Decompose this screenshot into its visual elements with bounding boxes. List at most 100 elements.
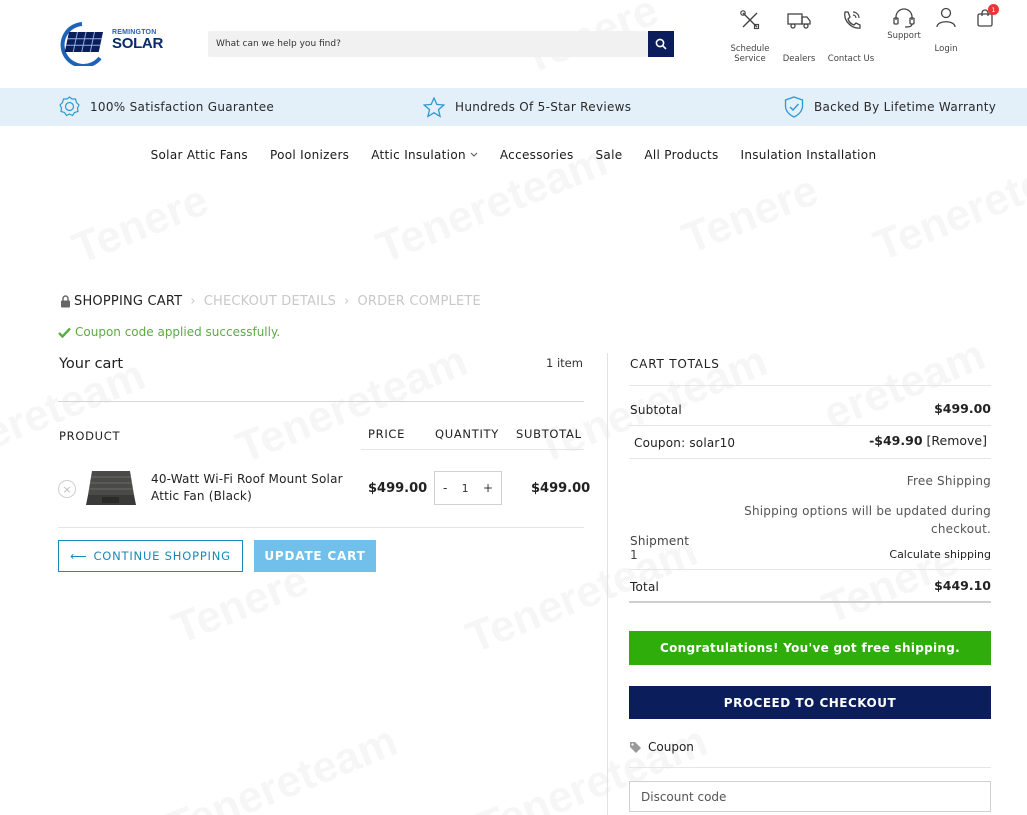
nav-pool-ionizers[interactable]: Pool Ionizers [270,146,349,164]
notice-text: Coupon code applied successfully. [75,325,281,339]
cart-title: Your cart [59,356,124,372]
tag-icon [630,741,641,753]
main-nav: Solar Attic Fans Pool Ionizers Attic Ins… [0,146,1027,164]
header-price: PRICE [368,427,406,441]
search-input[interactable] [208,31,648,57]
update-cart-button[interactable]: UPDATE CART [254,540,376,572]
shipment-label: Shipment [630,534,690,548]
checkmark-icon [58,327,71,338]
remove-coupon-link[interactable]: [Remove] [927,433,987,448]
continue-label: CONTINUE SHOPPING [93,549,231,563]
discount-code-input[interactable] [629,781,991,812]
divider [58,527,584,528]
search-icon [655,38,667,50]
nav-attic-insulation[interactable]: Attic Insulation [371,146,478,164]
coupon-head-label: Coupon [648,740,694,754]
divider [361,449,584,450]
cart-item-count: 1 item [546,356,583,370]
header-quantity: QUANTITY [435,427,500,441]
login-link[interactable]: Login [928,6,964,54]
cart-count-badge: 1 [988,4,999,15]
truck-icon [787,13,811,29]
nav-accessories[interactable]: Accessories [500,146,574,164]
chevron-right-icon: › [190,294,196,309]
divider [629,385,991,386]
benefit-reviews: Hundreds Of 5-Star Reviews [423,88,631,126]
calculate-shipping-link[interactable]: Calculate shipping [800,548,991,561]
divider [629,458,991,459]
lock-icon [61,295,70,308]
search-button[interactable] [648,31,674,57]
step-checkout-details[interactable]: CHECKOUT DETAILS [204,294,336,309]
continue-shopping-button[interactable]: ⟵ CONTINUE SHOPPING [58,540,243,572]
contact-us-link[interactable]: Contact Us [823,9,879,64]
coupon-success-notice: Coupon code applied successfully. [58,325,280,339]
quantity-stepper: - 1 + [434,471,502,505]
header-subtotal: SUBTOTAL [516,427,582,441]
product-name-link[interactable]: 40-Watt Wi-Fi Roof Mount Solar Attic Fan… [151,471,356,505]
benefit-satisfaction: 100% Satisfaction Guarantee [59,88,274,126]
benefit-label: Backed By Lifetime Warranty [814,100,997,114]
nav-label: All Products [644,148,719,162]
login-label: Login [934,44,958,54]
free-shipping-banner: Congratulations! You've got free shippin… [629,631,991,665]
coupon-discount-value: -$49.90 [869,433,923,448]
shipping-method: Free Shipping [906,474,991,488]
total-label: Total [630,580,660,594]
divider [629,425,991,426]
shipping-note-line2: checkout. [931,522,991,536]
nav-all-products[interactable]: All Products [644,146,718,164]
schedule-label-2: Service [734,54,766,64]
subtotal-label: Subtotal [630,403,682,417]
support-link[interactable]: Support [882,6,926,41]
chevron-down-icon [470,152,478,157]
star-icon [423,96,445,118]
update-label: UPDATE CART [264,549,366,563]
phone-icon [844,11,861,29]
nav-insulation-installation[interactable]: Insulation Installation [741,146,877,164]
proceed-to-checkout-button[interactable]: PROCEED TO CHECKOUT [629,686,991,719]
headset-icon [893,8,915,28]
divider [629,767,991,768]
qty-plus-button[interactable]: + [483,481,493,495]
cart-totals-title: CART TOTALS [630,357,720,371]
header-product: PRODUCT [59,429,121,443]
qty-minus-button[interactable]: - [443,481,447,495]
product-image[interactable] [84,467,137,509]
divider [58,401,584,402]
shield-check-icon [784,96,804,118]
qty-input[interactable]: 1 [462,482,469,495]
dealers-link[interactable]: Dealers [778,9,820,64]
divider [629,569,991,570]
solar-fan-image-icon [86,471,136,505]
nav-label: Solar Attic Fans [150,148,248,162]
benefit-label: 100% Satisfaction Guarantee [90,100,275,114]
support-label: Support [887,31,921,41]
step-order-complete[interactable]: ORDER COMPLETE [357,294,480,309]
nav-sale[interactable]: Sale [596,146,623,164]
benefits-strip: 100% Satisfaction Guarantee Hundreds Of … [0,88,1027,126]
divider [629,601,991,603]
nav-label: Attic Insulation [371,148,466,162]
chevron-right-icon: › [344,294,350,309]
brand-logo[interactable]: REMINGTON SOLAR [60,22,164,68]
step-shopping-cart[interactable]: SHOPPING CART [74,294,182,309]
nav-label: Insulation Installation [740,148,877,162]
schedule-label-1: Schedule [730,44,770,54]
nav-solar-attic-fans[interactable]: Solar Attic Fans [151,146,248,164]
checkout-steps: SHOPPING CART › CHECKOUT DETAILS › ORDER… [60,294,481,309]
schedule-service-link[interactable]: Schedule Service [725,9,775,64]
remove-item-button[interactable]: × [58,480,76,498]
shipping-note-line1: Shipping options will be updated during [744,504,991,518]
site-header: REMINGTON SOLAR Schedule Service Dealers [0,0,1027,88]
dealers-label: Dealers [782,54,816,64]
tools-icon [740,10,760,30]
user-icon [936,7,956,28]
item-price: $499.00 [368,481,428,496]
coupon-applied-label: Coupon: solar10 [634,436,736,450]
logo-text-bottom: SOLAR [112,35,164,52]
shipment-number: 1 [630,548,638,562]
coupon-applied-row: -$49.90 [Remove] [780,433,987,448]
search-box [208,31,648,57]
benefit-warranty: Backed By Lifetime Warranty [784,88,996,126]
